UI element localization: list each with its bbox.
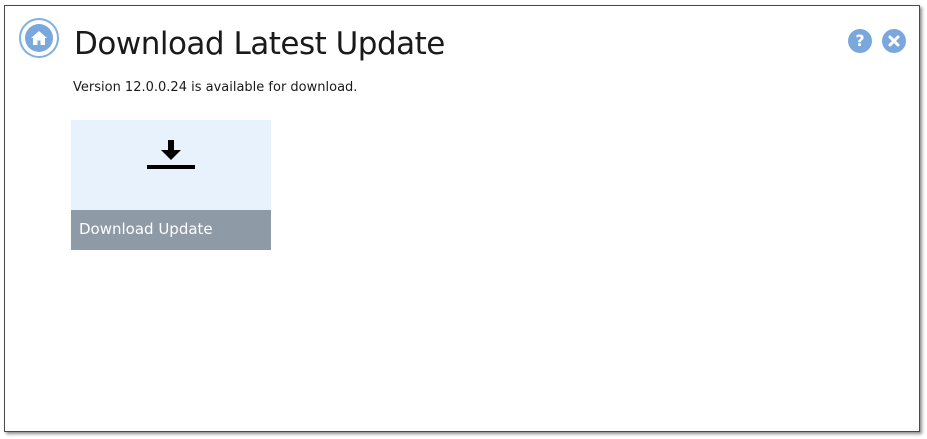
close-button[interactable] (882, 29, 906, 53)
page-title: Download Latest Update (74, 26, 445, 62)
version-message: Version 12.0.0.24 is available for downl… (73, 80, 358, 95)
close-icon (888, 35, 900, 47)
help-icon: ? (855, 31, 865, 50)
help-button[interactable]: ? (848, 29, 872, 53)
download-update-button[interactable]: Download Update (71, 120, 271, 250)
update-window: Download Latest Update ? Version 12.0.0.… (4, 5, 920, 432)
download-update-label: Download Update (79, 220, 213, 238)
tile-label-area[interactable]: Download Update (71, 210, 271, 250)
home-button[interactable] (19, 18, 59, 58)
tile-icon-area[interactable] (71, 120, 271, 210)
download-icon (147, 140, 195, 169)
home-icon (25, 24, 53, 52)
